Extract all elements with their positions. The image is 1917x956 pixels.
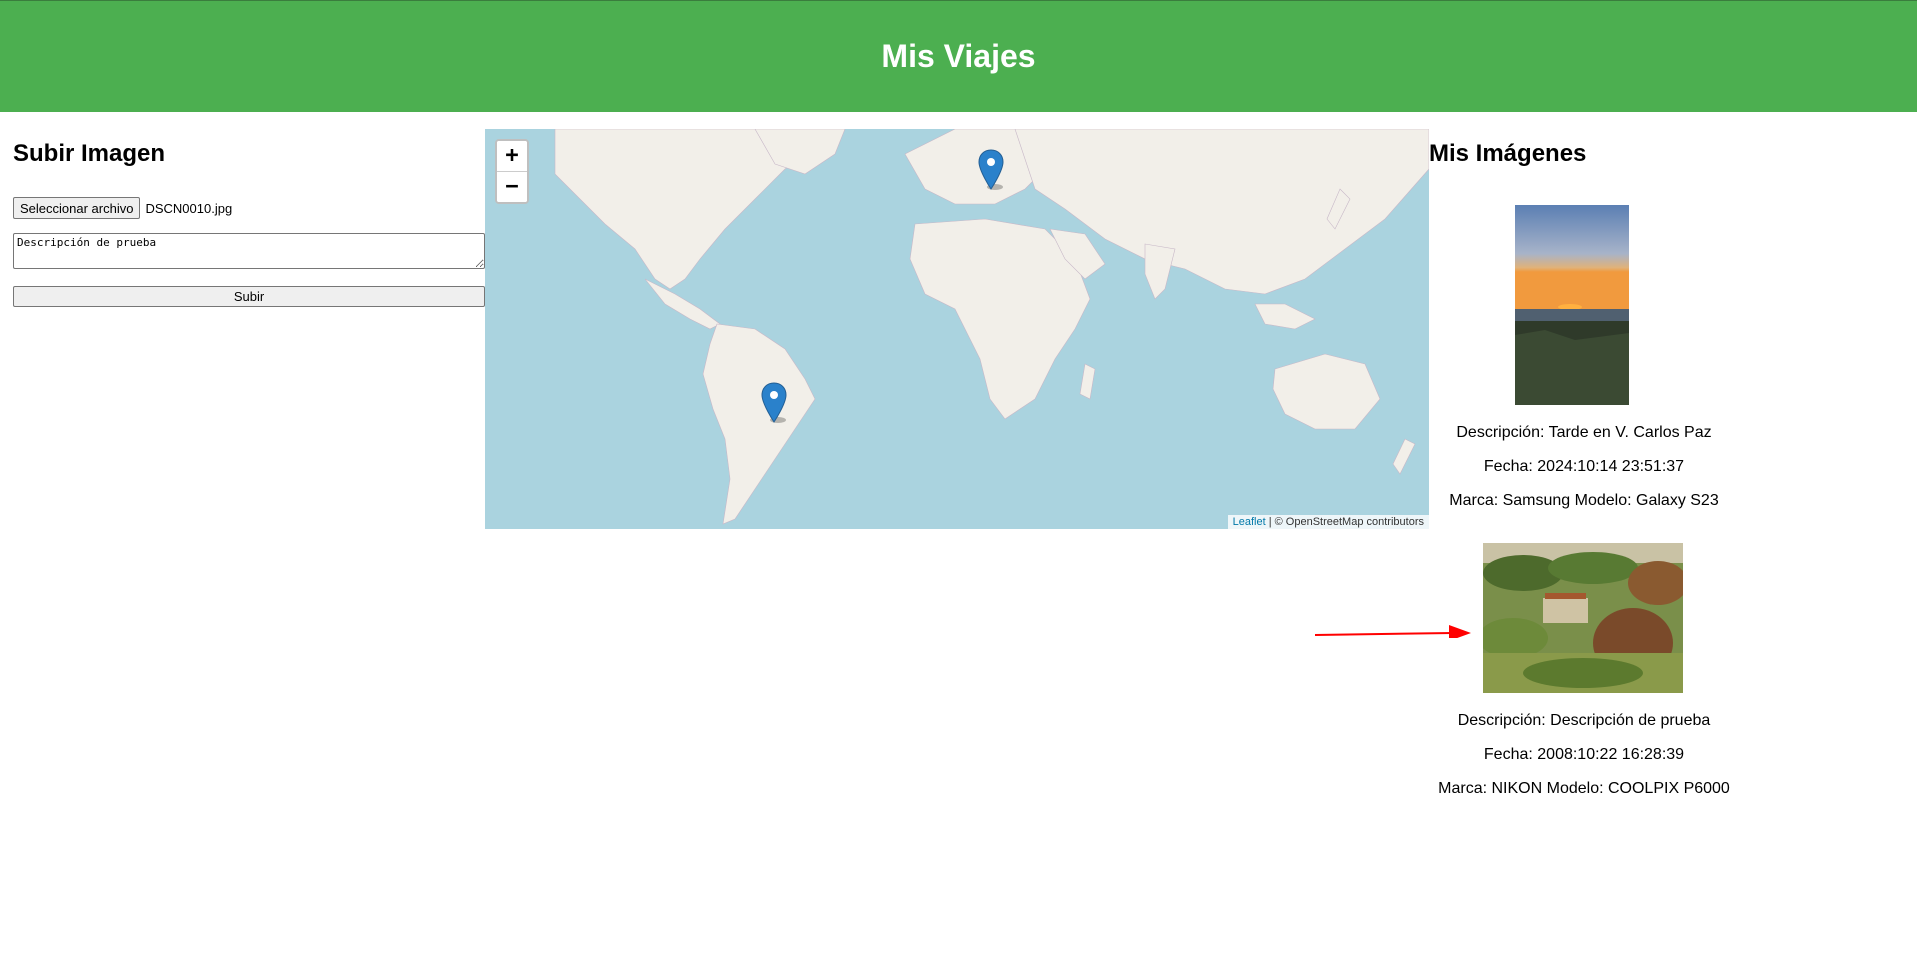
image-camera: Marca: NIKON Modelo: COOLPIX P6000 [1438,780,1730,797]
attribution-text: | © OpenStreetMap contributors [1265,516,1424,528]
upload-section: Subir Imagen Seleccionar archivo DSCN001… [13,140,485,307]
map-marker-argentina[interactable] [761,382,787,424]
leaflet-link[interactable]: Leaflet [1233,516,1266,528]
annotation-arrow [1314,625,1471,638]
world-map[interactable]: + − Leaflet | © OpenStreetMap contributo… [485,129,1429,529]
images-title: Mis Imágenes [1429,140,1587,167]
image-date: Fecha: 2024:10:14 23:51:37 [1483,458,1685,475]
page-title: Mis Viajes [881,38,1036,74]
map-tiles [485,129,1429,529]
image-camera: Marca: Samsung Modelo: Galaxy S23 [1449,492,1719,509]
select-file-button[interactable]: Seleccionar archivo [13,197,141,219]
sunset-photo [1515,205,1629,405]
image-description: Descripción: Descripción de prueba [1457,712,1711,729]
submit-button[interactable]: Subir [13,286,485,307]
zoom-in-button[interactable]: + [497,141,527,172]
map-attribution: Leaflet | © OpenStreetMap contributors [1227,515,1429,529]
zoom-control: + − [495,139,529,204]
upload-title: Subir Imagen [13,140,166,167]
image-thumbnail-village[interactable] [1483,543,1683,693]
selected-file-name: DSCN0010.jpg [145,200,233,216]
image-thumbnail-sunset[interactable] [1515,205,1629,405]
zoom-out-button[interactable]: − [497,172,527,202]
image-date: Fecha: 2008:10:22 16:28:39 [1483,746,1685,763]
image-description: Descripción: Tarde en V. Carlos Paz [1456,424,1712,441]
page-header: Mis Viajes [0,0,1917,112]
village-photo [1483,543,1683,693]
map-marker-europe[interactable] [978,149,1004,191]
description-input[interactable]: Descripción de prueba [13,233,485,269]
images-section: Mis Imágenes Descripción: Tarde en V. Ca… [1429,140,1739,797]
file-picker: Seleccionar archivo DSCN0010.jpg [13,197,232,219]
